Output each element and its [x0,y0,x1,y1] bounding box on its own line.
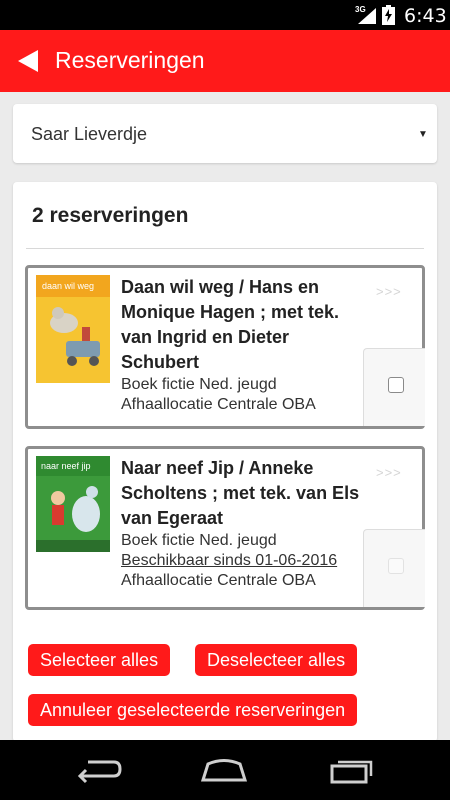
book-cover-title: naar neef jip [41,461,91,471]
divider [26,248,424,249]
status-bar: 3G 6:43 [0,0,450,30]
book-title: Daan wil weg / Hans en Monique Hagen ; m… [121,277,340,372]
dropdown-arrow-icon: ▼ [418,129,428,140]
battery-charging-icon [382,5,395,25]
page-title: Reserveringen [55,47,205,73]
account-selector-value: Saar Lieverdje [31,124,148,144]
reservation-info: Daan wil weg / Hans en Monique Hagen ; m… [121,275,371,415]
reservation-info: Naar neef Jip / Anneke Scholtens ; met t… [121,456,371,591]
reservation-checkbox[interactable] [388,377,404,393]
reservations-card: 2 reserveringen daan wil weg Daan wil we… [13,182,437,742]
select-column [363,529,425,607]
app-bar: Reserveringen [0,30,450,92]
deselect-all-button[interactable]: Deselecteer alles [195,644,358,676]
clock: 6:43 [404,5,447,27]
cancel-selected-reservations-button[interactable]: Annuleer geselecteerde reserveringen [28,694,358,726]
pickup-location: Afhaallocatie Centrale OBA [121,396,316,413]
reservation-item[interactable]: naar neef jip Naar neef Jip / Anneke Sch… [25,446,425,610]
home-nav-icon[interactable] [200,756,248,784]
account-selector[interactable]: Saar Lieverdje ▼ [13,104,437,163]
book-cover-image: naar neef jip [36,456,110,552]
book-title: Naar neef Jip / Anneke Scholtens ; met t… [121,458,360,528]
availability-status[interactable]: Beschikbaar sinds 01-06-2016 [121,551,371,571]
details-arrow[interactable]: >>> [376,284,402,299]
back-arrow-icon[interactable] [18,50,38,72]
pickup-location: Afhaallocatie Centrale OBA [121,572,316,589]
reservation-item[interactable]: daan wil weg Daan wil weg / Hans en Moni… [25,265,425,429]
select-column [363,348,425,426]
book-cover-title: daan wil weg [42,281,94,291]
select-all-button[interactable]: Selecteer alles [28,644,171,676]
details-arrow[interactable]: >>> [376,465,402,480]
book-cover-image: daan wil weg [36,275,110,383]
back-nav-icon[interactable] [76,756,122,784]
reservations-count-heading: 2 reserveringen [32,204,189,227]
reservation-checkbox-disabled [388,558,404,574]
navigation-bar [0,740,450,800]
book-type: Boek fictie Ned. jeugd [121,376,277,393]
book-type: Boek fictie Ned. jeugd [121,532,277,549]
recent-apps-nav-icon[interactable] [328,756,374,784]
signal-icon [358,8,376,24]
